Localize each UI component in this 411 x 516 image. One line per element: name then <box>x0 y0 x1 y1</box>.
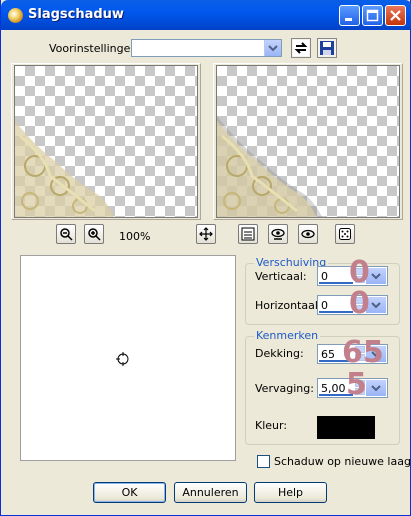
dice-icon <box>339 228 351 240</box>
close-button[interactable] <box>385 5 406 26</box>
color-swatch[interactable] <box>317 416 375 439</box>
zoom-in-icon <box>88 228 101 241</box>
ok-button[interactable]: OK <box>93 482 166 503</box>
chevron-down-icon[interactable] <box>264 40 281 56</box>
lace-image <box>15 121 115 217</box>
blur-label: Vervaging: <box>255 382 314 395</box>
eye-icon <box>301 229 315 239</box>
opacity-label: Dekking: <box>255 347 304 360</box>
before-preview[interactable] <box>14 65 198 218</box>
zoom-out-button[interactable] <box>56 224 76 244</box>
vertical-marker: 0 <box>349 255 370 290</box>
maximize-icon <box>366 9 379 22</box>
swap-arrows-icon <box>293 40 309 56</box>
floppy-disk-icon <box>320 41 334 55</box>
zoom-level: 100% <box>119 230 151 243</box>
help-button[interactable]: Help <box>254 482 327 503</box>
minimize-button[interactable] <box>339 5 360 26</box>
presets-label: Voorinstellingen: <box>49 42 142 55</box>
show-preview-button[interactable] <box>238 224 258 244</box>
zoom-out-icon <box>60 228 73 241</box>
app-icon <box>8 8 23 23</box>
horizontal-label: Horizontaal: <box>255 299 322 312</box>
cancel-button[interactable]: Annuleren <box>174 482 247 503</box>
randomize-button[interactable] <box>335 224 355 244</box>
lace-shadow-image <box>217 116 323 217</box>
zoom-in-button[interactable] <box>84 224 104 244</box>
opacity-marker: 65 <box>342 335 384 370</box>
new-layer-label[interactable]: Schaduw op nieuwe laag <box>274 455 411 468</box>
horizontal-slider[interactable] <box>319 311 353 313</box>
save-preset-button[interactable] <box>317 38 337 58</box>
color-label: Kleur: <box>255 419 288 432</box>
new-layer-checkbox[interactable] <box>257 455 270 468</box>
offset-canvas[interactable] <box>20 255 236 461</box>
crosshair-icon[interactable] <box>116 352 130 366</box>
title-bar[interactable]: Slagschaduw <box>1 0 411 30</box>
window-title: Slagschaduw <box>28 7 124 22</box>
load-preset-button[interactable] <box>291 38 311 58</box>
minimize-icon <box>345 18 352 21</box>
proof-button[interactable] <box>268 224 288 244</box>
chevron-down-icon[interactable] <box>366 380 386 396</box>
presets-dropdown[interactable] <box>131 39 282 57</box>
vertical-label: Verticaal: <box>255 270 307 283</box>
pan-button[interactable] <box>196 224 216 244</box>
after-preview[interactable] <box>216 65 400 218</box>
dialog-window: Slagschaduw Voorinstellingen: 100% Versc… <box>0 0 411 516</box>
properties-group-title: Kenmerken <box>254 329 321 342</box>
vertical-slider[interactable] <box>319 282 353 284</box>
list-view-icon <box>241 227 255 241</box>
blur-marker: 5 <box>346 367 367 402</box>
eye-hand-icon <box>271 228 285 240</box>
close-icon <box>390 10 401 21</box>
auto-proof-button[interactable] <box>298 224 318 244</box>
move-icon <box>199 227 213 241</box>
maximize-button[interactable] <box>362 5 383 26</box>
horizontal-marker: 0 <box>349 286 370 321</box>
